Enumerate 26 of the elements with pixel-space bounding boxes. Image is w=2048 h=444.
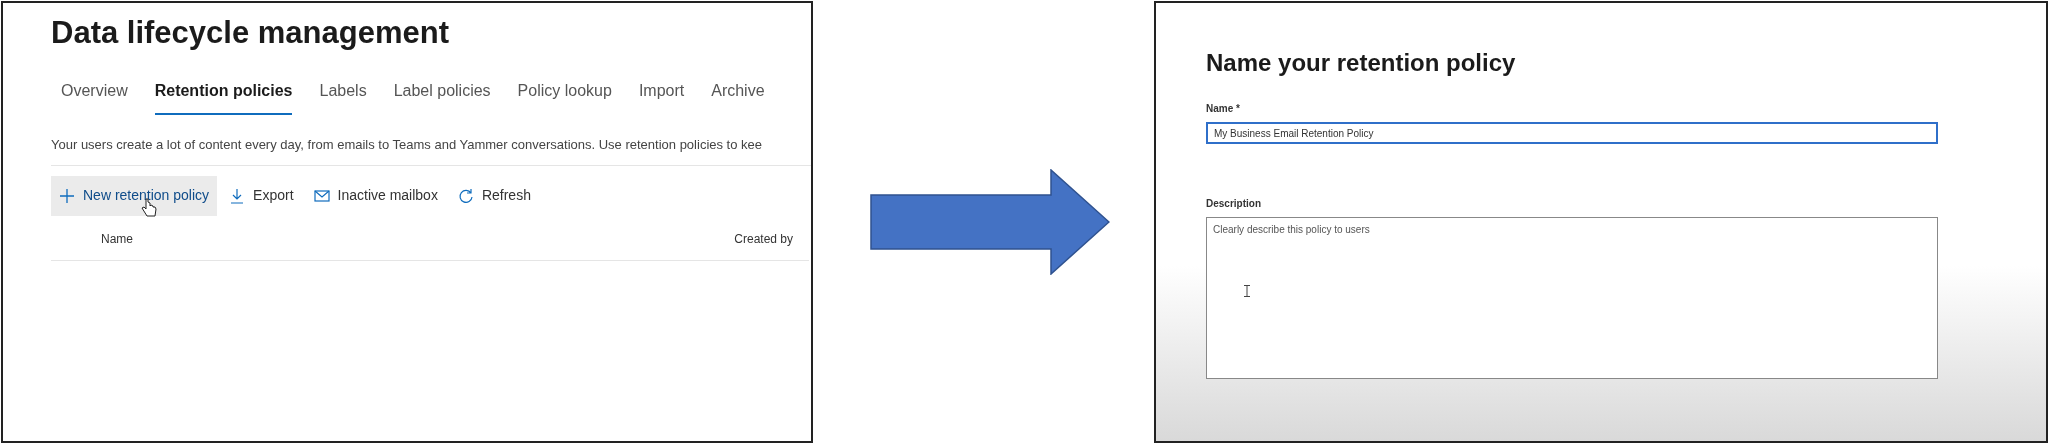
- column-header: Created by: [734, 230, 793, 248]
- download-icon: [229, 187, 246, 204]
- envelope-icon: [313, 187, 330, 204]
- field-label: Name *: [1206, 102, 1241, 116]
- toolbar-button[interactable]: Refresh: [449, 175, 539, 216]
- intro-text: Your users create a lot of content every day, from emails to Teams and Yammer conversations. Use retention policies to kee: [51, 136, 764, 154]
- tab[interactable]: Label policies: [393, 79, 491, 115]
- description-field[interactable]: Clearly describe this policy to users: [1206, 217, 1938, 379]
- refresh-icon: [457, 187, 474, 204]
- form-title: Name your retention policy: [1206, 48, 1517, 78]
- toolbar-button[interactable]: Export: [221, 175, 302, 216]
- tab[interactable]: Archive: [711, 79, 765, 115]
- text-cursor-icon: [1244, 285, 1250, 297]
- arrow-icon: [870, 169, 1110, 275]
- tab[interactable]: Policy lookup: [517, 79, 612, 115]
- tab[interactable]: Overview: [61, 79, 128, 115]
- tab[interactable]: Import: [638, 79, 685, 115]
- tab[interactable]: Retention policies: [154, 79, 293, 115]
- toolbar-button[interactable]: Inactive mailbox: [305, 175, 446, 216]
- field-label: Description: [1206, 197, 1262, 211]
- plus-icon: [59, 187, 75, 204]
- column-header: Name: [101, 230, 133, 248]
- toolbar-button[interactable]: New retention policy: [51, 175, 218, 216]
- tab[interactable]: Labels: [319, 79, 367, 115]
- name-field[interactable]: My Business Email Retention Policy: [1206, 122, 1938, 144]
- page-title: Data lifecycle management: [51, 14, 450, 52]
